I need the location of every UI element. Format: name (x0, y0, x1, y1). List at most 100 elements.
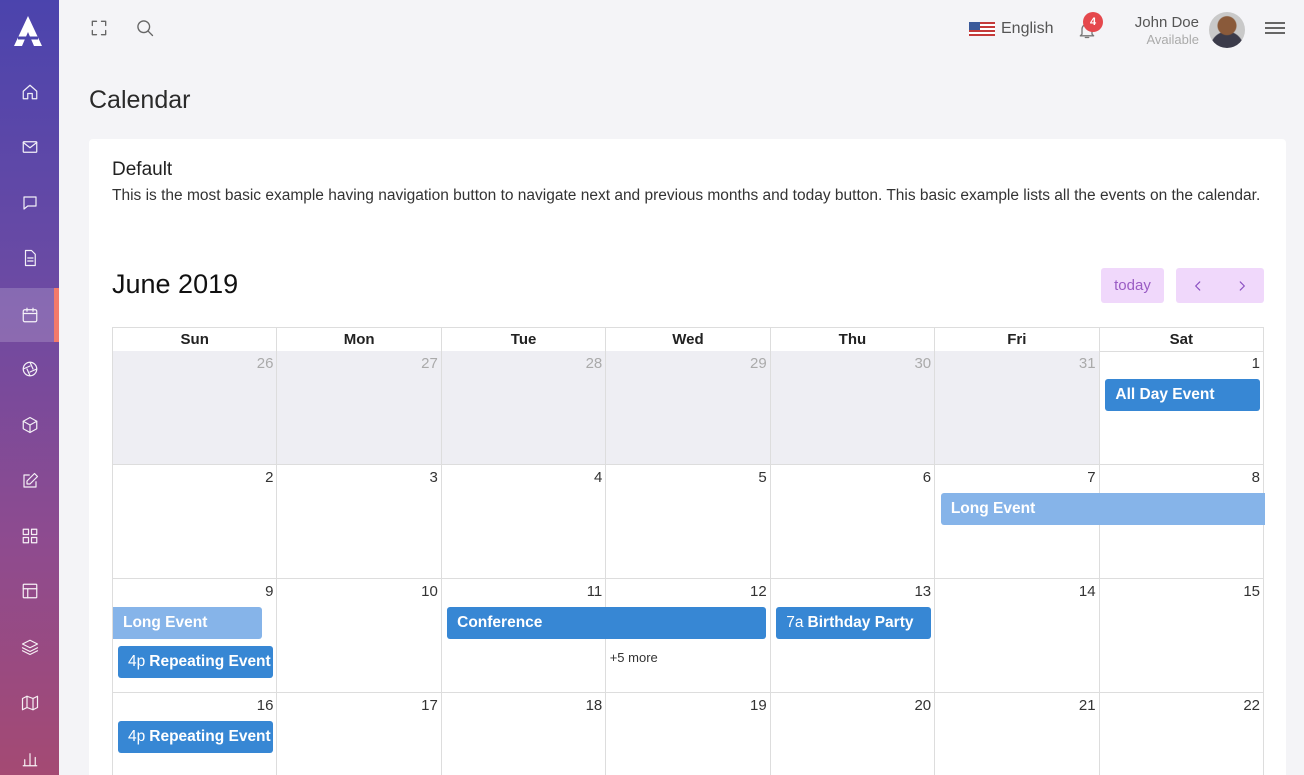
today-button[interactable]: today (1101, 268, 1164, 303)
day-number[interactable]: 18 (586, 697, 603, 714)
sidebar-item-mail[interactable] (0, 120, 59, 174)
layers-icon (21, 639, 38, 656)
calendar-day[interactable]: 3 (277, 465, 442, 579)
mail-icon (22, 141, 37, 153)
avatar[interactable] (1209, 12, 1245, 48)
aperture-icon (22, 361, 37, 377)
calendar-event[interactable]: Long Event (113, 607, 262, 639)
fullscreen-icon[interactable] (89, 18, 109, 38)
event-time: 7a (786, 614, 804, 631)
event-title: Long Event (950, 500, 1036, 517)
more-events-link[interactable]: +5 more (610, 650, 658, 665)
day-number[interactable]: 8 (1252, 469, 1260, 486)
menu-icon[interactable] (1265, 22, 1285, 40)
calendar-day[interactable]: 30 (770, 351, 936, 465)
sidebar-item-chat[interactable] (0, 176, 59, 230)
language-selector[interactable]: English (969, 20, 1053, 38)
sidebar-item-grid[interactable] (0, 509, 59, 563)
day-number[interactable]: 31 (1079, 355, 1096, 372)
calendar-day[interactable]: 18 (442, 693, 607, 775)
event-title: Conference (457, 614, 543, 631)
day-number[interactable]: 9 (265, 583, 273, 600)
day-number[interactable]: 30 (914, 355, 931, 372)
notification-badge: 4 (1083, 12, 1103, 32)
calendar-day[interactable]: 22 (1100, 693, 1264, 775)
calendar-day[interactable]: 5 (606, 465, 771, 579)
day-number[interactable]: 11 (587, 583, 603, 600)
prev-month-button[interactable] (1176, 268, 1220, 303)
event-time: 4p (128, 728, 146, 745)
day-number[interactable]: 22 (1243, 697, 1260, 714)
calendar-day[interactable]: 27 (277, 351, 442, 465)
calendar-month-title: June 2019 (112, 269, 239, 299)
day-number[interactable]: 20 (914, 697, 931, 714)
calendar-event[interactable]: Long Event (940, 493, 1265, 525)
calendar-day[interactable]: 28 (441, 351, 607, 465)
sidebar-item-aperture[interactable] (0, 342, 59, 396)
calendar-day[interactable]: 14 (935, 579, 1100, 693)
calendar-day[interactable]: 17 (277, 693, 442, 775)
page-title: Calendar (89, 86, 191, 114)
next-month-button[interactable] (1220, 268, 1264, 303)
day-number[interactable]: 21 (1079, 697, 1096, 714)
day-number[interactable]: 2 (265, 469, 273, 486)
sidebar-item-documents[interactable] (0, 231, 59, 285)
calendar-week: 26 27 28 29 30 31 1 (113, 351, 1264, 465)
calendar-day[interactable]: 6 (770, 465, 936, 579)
layout-icon (22, 583, 37, 599)
chevron-right-icon (1239, 280, 1245, 291)
day-number[interactable]: 13 (914, 583, 931, 600)
weekday-header: Thu (770, 328, 936, 352)
day-number[interactable]: 4 (594, 469, 602, 486)
day-number[interactable]: 27 (421, 355, 438, 372)
calendar-event[interactable]: All Day Event (1105, 379, 1260, 411)
app-logo[interactable] (12, 14, 44, 48)
calendar-day[interactable]: 20 (771, 693, 936, 775)
sidebar-item-box[interactable] (0, 398, 59, 452)
calendar-day[interactable]: 21 (935, 693, 1100, 775)
calendar-event[interactable]: Conference (447, 607, 767, 639)
day-number[interactable]: 1 (1252, 355, 1260, 372)
sidebar-item-map[interactable] (0, 676, 59, 730)
calendar-day[interactable]: 15 (1099, 579, 1264, 693)
event-title: Repeating Event (149, 728, 271, 745)
day-number[interactable]: 5 (758, 469, 766, 486)
event-time: 4p (128, 653, 146, 670)
sidebar-item-layout[interactable] (0, 564, 59, 618)
us-flag-icon (969, 22, 995, 36)
calendar-day[interactable]: 2 (113, 465, 278, 579)
day-number[interactable]: 3 (430, 469, 438, 486)
weekday-header: Sun (113, 328, 278, 352)
sidebar-item-layers[interactable] (0, 620, 59, 674)
sidebar-item-charts[interactable] (0, 732, 59, 775)
calendar-day[interactable]: 10 (277, 579, 442, 693)
day-number[interactable]: 10 (421, 583, 438, 600)
sidebar-item-edit[interactable] (0, 454, 59, 508)
sidebar-item-calendar[interactable] (0, 288, 59, 342)
calendar-day[interactable]: 26 (113, 351, 278, 465)
event-title: Birthday Party (807, 614, 914, 631)
calendar-event[interactable]: 7a Birthday Party (776, 607, 931, 639)
day-number[interactable]: 6 (923, 469, 931, 486)
calendar-day[interactable]: 31 (935, 351, 1100, 465)
day-number[interactable]: 28 (586, 355, 603, 372)
calendar-day[interactable]: 4 (441, 465, 607, 579)
calendar-day[interactable]: 19 (606, 693, 771, 775)
calendar-day[interactable]: 29 (606, 351, 771, 465)
day-number[interactable]: 19 (750, 697, 767, 714)
calendar-event[interactable]: 4p Repeating Event (118, 646, 273, 678)
card-description: This is the most basic example having na… (112, 187, 1261, 204)
sidebar-item-home[interactable] (0, 65, 59, 119)
day-number[interactable]: 14 (1079, 583, 1096, 600)
day-number[interactable]: 16 (257, 697, 274, 714)
day-number[interactable]: 12 (750, 583, 767, 600)
day-number[interactable]: 26 (257, 355, 274, 372)
day-number[interactable]: 15 (1243, 583, 1260, 600)
calendar-event[interactable]: 4p Repeating Event (118, 721, 273, 753)
sidebar (0, 0, 59, 775)
day-number[interactable]: 7 (1087, 469, 1095, 486)
day-number[interactable]: 29 (750, 355, 767, 372)
search-icon[interactable] (135, 18, 155, 38)
day-number[interactable]: 17 (421, 697, 438, 714)
user-menu[interactable]: John Doe Available (1125, 14, 1199, 47)
